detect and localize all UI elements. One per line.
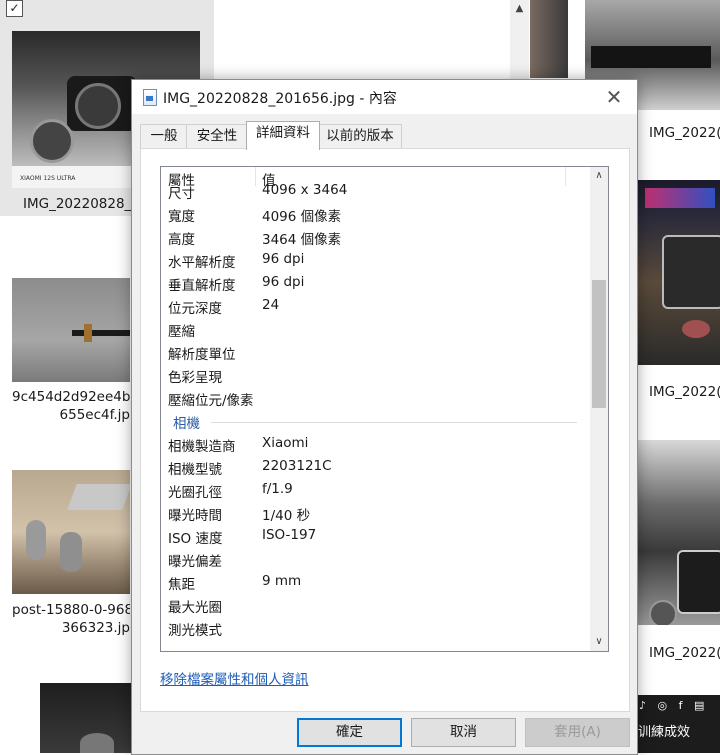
file-label-line2[interactable]: 655ec4f.jp <box>12 407 130 423</box>
property-name: 焦距 <box>168 577 195 593</box>
file-label[interactable]: IMG_20220828_2 <box>23 196 140 212</box>
property-row[interactable]: 解析度單位 <box>161 340 589 363</box>
property-name: 壓縮 <box>168 324 195 340</box>
column-divider[interactable] <box>565 167 566 186</box>
file-thumbnail[interactable] <box>637 180 720 365</box>
property-value: ISO-197 <box>262 527 317 543</box>
property-row[interactable]: ISO 速度 ISO-197 <box>161 524 589 547</box>
file-thumbnail[interactable] <box>40 683 132 753</box>
thumbnail-caption: XIAOMI 12S ULTRA <box>20 175 76 182</box>
property-value: Xiaomi <box>262 435 309 451</box>
scroll-up-arrow-icon[interactable]: ▲ <box>510 0 529 18</box>
apply-button[interactable]: 套用(A) <box>525 718 630 747</box>
property-name: 最大光圈 <box>168 600 222 616</box>
close-icon[interactable]: ✕ <box>601 84 627 110</box>
property-row[interactable]: 水平解析度 96 dpi <box>161 248 589 271</box>
list-scrollbar[interactable]: ∧ ∨ <box>590 167 608 651</box>
notification-strip: ♪ ◎ f ▤ 训練成效 <box>636 695 720 753</box>
remove-properties-link[interactable]: 移除檔案屬性和個人資訊 <box>160 668 309 688</box>
property-row[interactable]: 壓縮 <box>161 317 589 340</box>
property-name: 位元深度 <box>168 301 222 317</box>
file-label-line2[interactable]: 366323.jp <box>12 620 130 636</box>
group-divider <box>211 422 577 423</box>
property-name: ISO 速度 <box>168 531 223 547</box>
property-name: 高度 <box>168 232 195 248</box>
column-header-value[interactable]: 值 <box>262 169 276 189</box>
property-name: 寬度 <box>168 209 195 225</box>
property-row[interactable]: 高度 3464 個像素 <box>161 225 589 248</box>
property-value: 9 mm <box>262 573 302 589</box>
property-row[interactable]: 曝光偏差 <box>161 547 589 570</box>
group-header-camera[interactable]: 相機 <box>161 409 589 432</box>
property-value: 3464 個像素 <box>262 232 342 248</box>
property-row[interactable]: 相機型號 2203121C <box>161 455 589 478</box>
file-label[interactable]: 9c454d2d92ee4b3 <box>12 389 130 405</box>
property-name: 水平解析度 <box>168 255 236 271</box>
file-thumbnail[interactable] <box>637 440 720 625</box>
property-value: 4096 個像素 <box>262 209 342 225</box>
property-name: 光圈孔徑 <box>168 485 222 501</box>
file-label[interactable]: IMG_2022( <box>649 645 720 661</box>
property-row[interactable]: 測光模式 <box>161 616 589 639</box>
file-label[interactable]: post-15880-0-968 <box>12 602 130 618</box>
property-name: 垂直解析度 <box>168 278 236 294</box>
notification-icons: ♪ ◎ f ▤ <box>639 699 709 712</box>
ok-button[interactable]: 確定 <box>297 718 402 747</box>
property-row[interactable]: 色彩呈現 <box>161 363 589 386</box>
tab-details[interactable]: 詳細資料 <box>246 121 320 150</box>
property-list[interactable]: 尺寸 4096 x 3464 寬度 4096 個像素 高度 3464 個像素 水平解析… <box>160 166 609 652</box>
property-value: 2203121C <box>262 458 332 474</box>
column-divider[interactable] <box>255 167 256 186</box>
property-name: 曝光時間 <box>168 508 222 524</box>
property-value: 96 dpi <box>262 274 305 290</box>
property-name: 測光模式 <box>168 623 222 639</box>
properties-dialog: IMG_20220828_201656.jpg - 內容 ✕ 一般 安全性 詳細… <box>131 79 638 755</box>
image-file-icon <box>143 89 157 106</box>
file-thumbnail[interactable] <box>530 0 568 78</box>
property-name: 相機型號 <box>168 462 222 478</box>
property-row[interactable]: 曝光時間 1/40 秒 <box>161 501 589 524</box>
dialog-titlebar[interactable]: IMG_20220828_201656.jpg - 內容 ✕ <box>132 80 637 114</box>
list-header: 屬性 值 <box>161 167 589 189</box>
tab-previous-versions[interactable]: 以前的版本 <box>318 124 402 149</box>
property-name: 壓縮位元/像素 <box>168 393 254 409</box>
file-thumbnail[interactable] <box>12 278 130 382</box>
property-row[interactable]: 位元深度 24 <box>161 294 589 317</box>
property-row[interactable]: 最大光圈 <box>161 593 589 616</box>
cancel-button[interactable]: 取消 <box>411 718 516 747</box>
file-thumbnail[interactable] <box>12 470 130 594</box>
property-name: 色彩呈現 <box>168 370 222 386</box>
file-label[interactable]: IMG_2022( <box>649 125 720 141</box>
property-row[interactable]: 焦距 9 mm <box>161 570 589 593</box>
property-row[interactable]: 壓縮位元/像素 <box>161 386 589 409</box>
scrollbar-thumb[interactable] <box>592 280 606 408</box>
property-value: 24 <box>262 297 280 313</box>
group-label: 相機 <box>173 416 200 432</box>
property-value: 96 dpi <box>262 251 305 267</box>
dialog-title: IMG_20220828_201656.jpg - 內容 <box>163 91 397 107</box>
file-label[interactable]: IMG_2022( <box>649 384 720 400</box>
property-name: 曝光偏差 <box>168 554 222 570</box>
tab-security[interactable]: 安全性 <box>186 124 248 149</box>
property-name: 相機製造商 <box>168 439 236 455</box>
chevron-up-icon[interactable]: ∧ <box>590 167 608 185</box>
chevron-down-icon[interactable]: ∨ <box>590 633 608 651</box>
property-row[interactable]: 垂直解析度 96 dpi <box>161 271 589 294</box>
details-panel: 尺寸 4096 x 3464 寬度 4096 個像素 高度 3464 個像素 水平解析… <box>140 148 630 712</box>
property-name: 解析度單位 <box>168 347 236 363</box>
property-row[interactable]: 寬度 4096 個像素 <box>161 202 589 225</box>
tab-general[interactable]: 一般 <box>140 124 188 149</box>
property-rows: 尺寸 4096 x 3464 寬度 4096 個像素 高度 3464 個像素 水平解析… <box>161 179 589 639</box>
property-value: 1/40 秒 <box>262 508 311 524</box>
column-header-property[interactable]: 屬性 <box>168 169 195 189</box>
property-row[interactable]: 相機製造商 Xiaomi <box>161 432 589 455</box>
property-value: f/1.9 <box>262 481 293 497</box>
notification-text: 训練成效 <box>638 725 691 740</box>
select-checkbox[interactable]: ✓ <box>6 0 23 17</box>
property-row[interactable]: 光圈孔徑 f/1.9 <box>161 478 589 501</box>
